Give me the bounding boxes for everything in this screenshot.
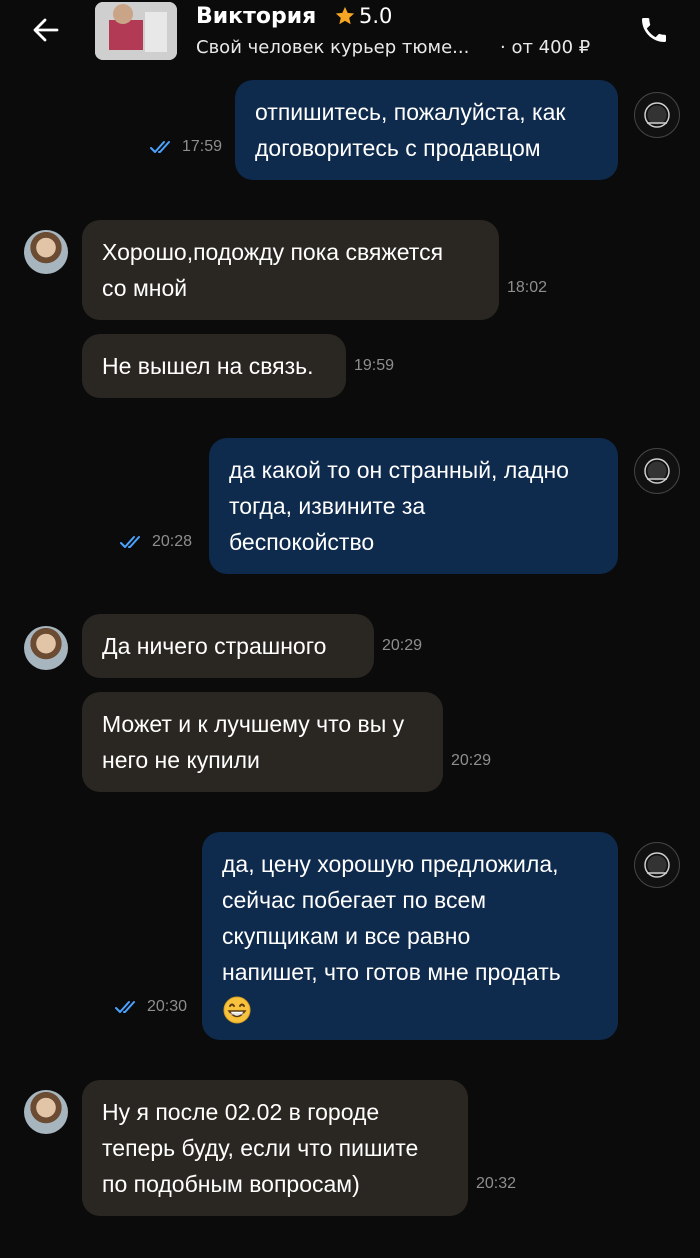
message-text-line: сейчас побегает по всем [222,887,487,913]
incoming-message[interactable]: Может и к лучшему что вы у него не купил… [82,692,443,792]
outgoing-message[interactable]: да, цену хорошую предложила, сейчас побе… [202,832,618,1040]
message-text-line: Не вышел на связь. [102,353,314,379]
seller-name[interactable]: Виктория [196,4,316,29]
phone-icon [642,18,666,42]
message-text-line: скупщикам и все равно [222,923,471,949]
message-text-line: да, цену хорошую предложила, [222,851,559,877]
message-text-line: да какой то он странный, ладно [229,457,569,483]
seller-avatar[interactable] [24,1090,68,1134]
incoming-message[interactable]: Не вышел на связь. [82,334,346,398]
emoji-line [222,990,600,1026]
grinning-face-emoji [223,996,251,1024]
seller-rating: 5.0 [334,4,392,28]
message-time: 20:32 [476,1175,517,1192]
avatar-logo [644,458,670,484]
message-time: 20:29 [451,752,492,769]
chat-header: Виктория 5.0 Свой человек курьер тюме...… [0,0,700,72]
avatar-logo [644,102,670,128]
message-text-line: Да ничего страшного [102,633,327,659]
message-text-line: по подобным вопросам) [102,1171,360,1197]
message-time: 20:28 [120,533,192,551]
message-text-line: Хорошо,подожду пока свяжется [102,239,444,265]
outgoing-message[interactable]: отпишитесь, пожалуйста, как договоритесь… [235,80,618,180]
star-icon [335,6,355,25]
my-avatar[interactable] [634,448,680,494]
incoming-message[interactable]: Хорошо,подожду пока свяжется со мной [82,220,499,320]
rating-value: 5.0 [359,4,393,28]
outgoing-message[interactable]: да какой то он странный, ладно тогда, из… [209,438,618,574]
message-text-line: Ну я после 02.02 в городе [102,1099,380,1125]
call-button[interactable] [632,8,676,52]
incoming-message[interactable]: Ну я после 02.02 в городе теперь буду, е… [82,1080,468,1216]
listing-title[interactable]: Свой человек курьер тюме... [196,37,469,58]
avatar-logo [644,852,670,878]
message-time: 20:30 [115,998,187,1016]
double-check-icon [115,1000,135,1013]
message-text-line: со мной [102,275,188,301]
seller-avatar[interactable] [24,626,68,670]
message-text-line: Может и к лучшему что вы у [102,711,405,737]
message-text-line: напишет, что готов мне продать [222,959,561,985]
back-button[interactable] [24,8,68,52]
listing-thumbnail[interactable] [95,2,177,60]
message-time: 18:02 [507,279,548,296]
arrow-left-icon [33,18,59,42]
listing-price: · от 400 ₽ [500,37,591,58]
message-time: 17:59 [150,138,222,156]
message-text-line: него не купили [102,747,260,773]
listing-photo [95,2,177,60]
seller-avatar[interactable] [24,230,68,274]
my-avatar[interactable] [634,92,680,138]
message-text-line: тогда, извините за [229,493,426,519]
message-text-line: договоритесь с продавцом [255,135,541,161]
message-time: 20:29 [382,637,423,654]
message-time: 19:59 [354,357,395,374]
incoming-message[interactable]: Да ничего страшного [82,614,374,678]
double-check-icon [120,535,140,548]
double-check-icon [150,140,170,153]
message-text-line: отпишитесь, пожалуйста, как [255,99,566,125]
message-text-line: теперь буду, если что пишите [102,1135,419,1161]
my-avatar[interactable] [634,842,680,888]
message-text-line: беспокойство [229,529,375,555]
